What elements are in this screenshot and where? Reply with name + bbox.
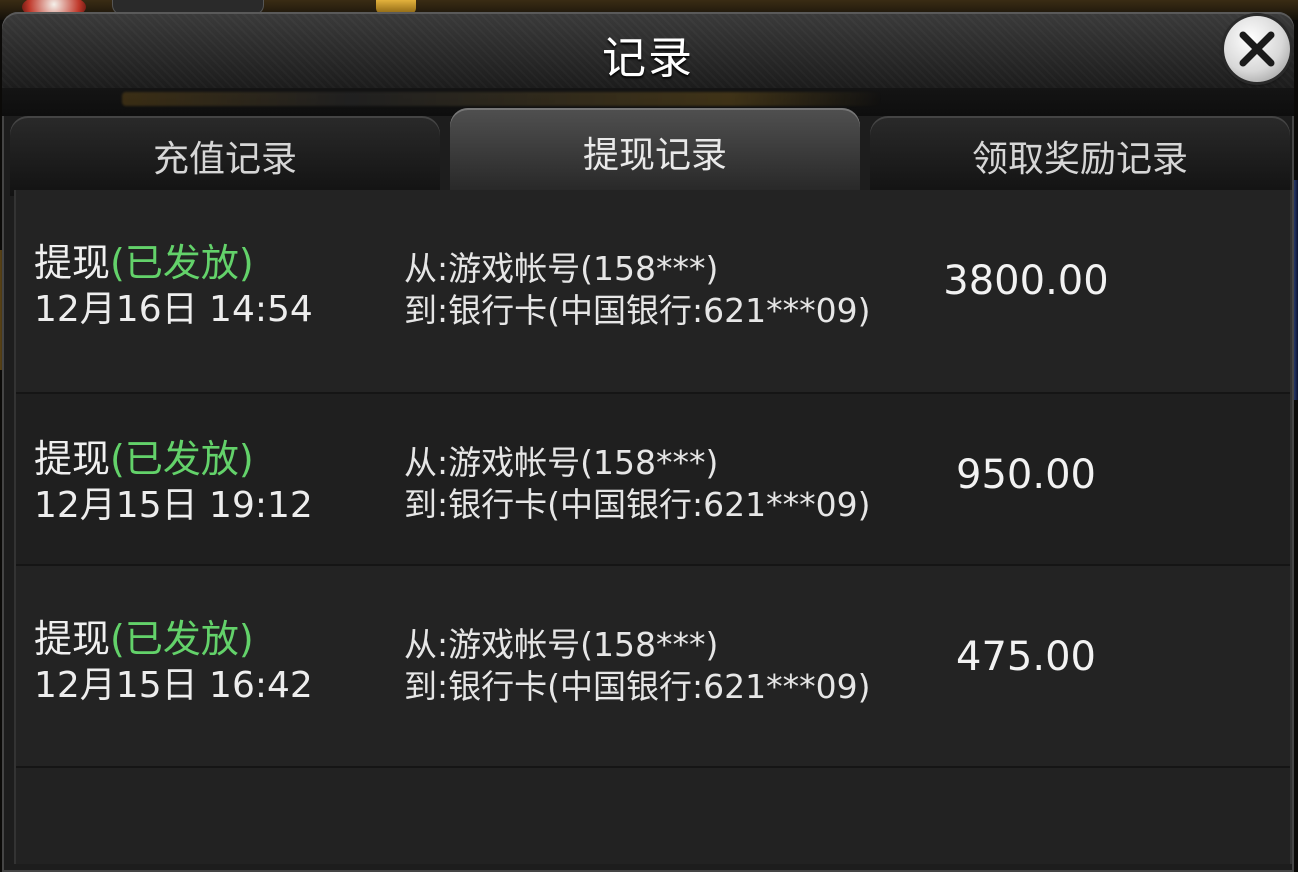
record-status: (已发放)	[110, 241, 254, 285]
record-amount: 950.00	[956, 452, 1096, 498]
withdraw-record-list[interactable]: 提现(已发放) 12月16日 14:54 从:游戏帐号(158***) 到:银行…	[14, 190, 1292, 864]
record-datetime: 12月15日 19:12	[34, 485, 313, 526]
record-row: 提现(已发放) 12月15日 16:42 从:游戏帐号(158***) 到:银行…	[16, 566, 1290, 768]
tab-label: 领取奖励记录	[971, 139, 1188, 180]
record-status: (已发放)	[110, 617, 254, 661]
record-row: 提现(已发放) 12月15日 19:12 从:游戏帐号(158***) 到:银行…	[16, 394, 1290, 566]
record-amount: 3800.00	[943, 258, 1109, 304]
record-type: 提现(已发放)	[34, 241, 254, 285]
record-to: 到:银行卡(中国银行:621***09)	[404, 667, 871, 706]
record-from: 从:游戏帐号(158***)	[404, 625, 719, 664]
tab-label: 充值记录	[152, 139, 297, 180]
tab-label: 提现记录	[582, 135, 727, 176]
dialog-header: 记录	[2, 12, 1294, 90]
record-type: 提现(已发放)	[34, 437, 254, 481]
close-button[interactable]	[1224, 16, 1290, 82]
record-datetime: 12月16日 14:54	[34, 289, 313, 330]
close-icon	[1239, 31, 1275, 67]
record-from: 从:游戏帐号(158***)	[404, 249, 719, 288]
record-amount: 475.00	[956, 634, 1096, 680]
record-row: 提现(已发放) 12月16日 14:54 从:游戏帐号(158***) 到:银行…	[16, 190, 1290, 394]
record-type: 提现(已发放)	[34, 617, 254, 661]
record-from: 从:游戏帐号(158***)	[404, 443, 719, 482]
record-status: (已发放)	[110, 437, 254, 481]
tab-recharge-records[interactable]: 充值记录	[10, 116, 440, 196]
record-to: 到:银行卡(中国银行:621***09)	[404, 291, 871, 330]
dialog-title: 记录	[602, 33, 694, 84]
tab-reward-records[interactable]: 领取奖励记录	[870, 116, 1290, 196]
record-datetime: 12月15日 16:42	[34, 665, 313, 706]
notice-marquee-background	[122, 92, 882, 106]
tab-withdraw-records[interactable]: 提现记录	[450, 108, 860, 196]
record-to: 到:银行卡(中国银行:621***09)	[404, 485, 871, 524]
